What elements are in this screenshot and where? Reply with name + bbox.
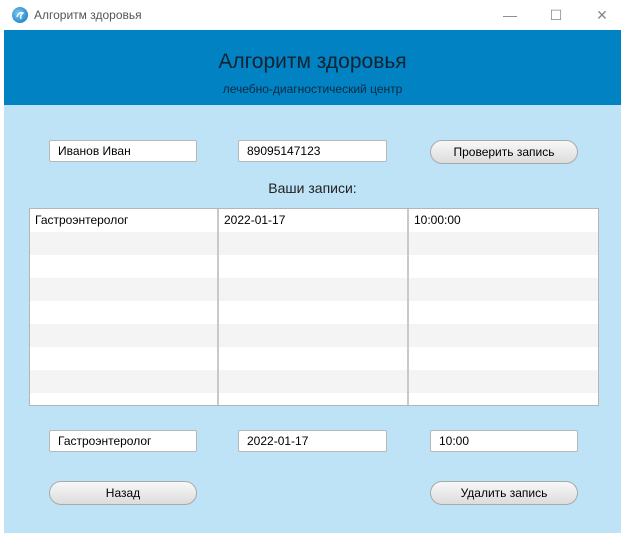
patient-name-input[interactable] [49, 140, 197, 162]
check-record-button[interactable]: Проверить запись [430, 140, 578, 164]
phone-input[interactable] [238, 140, 387, 162]
table-cell-date[interactable]: 2022-01-17 [219, 209, 407, 232]
minimize-button[interactable]: — [487, 0, 533, 30]
selected-doctor-field[interactable] [49, 430, 197, 452]
header-banner: Алгоритм здоровья лечебно-диагностически… [4, 30, 621, 105]
title-bar: Алгоритм здоровья — ☐ ✕ [0, 0, 625, 30]
page-title: Алгоритм здоровья [218, 50, 407, 73]
app-logo-icon [12, 7, 28, 23]
delete-record-button[interactable]: Удалить запись [430, 481, 578, 505]
maximize-button[interactable]: ☐ [533, 0, 579, 30]
back-button[interactable]: Назад [49, 481, 197, 505]
records-label: Ваши записи: [268, 180, 357, 196]
doctor-column: Гастроэнтеролог [30, 209, 219, 405]
records-table[interactable]: Гастроэнтеролог 2022-01-17 10:00:00 [29, 208, 599, 406]
selected-date-field[interactable] [238, 430, 387, 452]
date-column: 2022-01-17 [219, 209, 409, 405]
page-subtitle: лечебно-диагностический центр [222, 82, 403, 96]
close-button[interactable]: ✕ [579, 0, 625, 30]
table-cell-time[interactable]: 10:00:00 [409, 209, 598, 232]
window-title: Алгоритм здоровья [34, 8, 142, 22]
selected-time-field[interactable] [430, 430, 578, 452]
table-cell-doctor[interactable]: Гастроэнтеролог [30, 209, 217, 232]
time-column: 10:00:00 [409, 209, 598, 405]
